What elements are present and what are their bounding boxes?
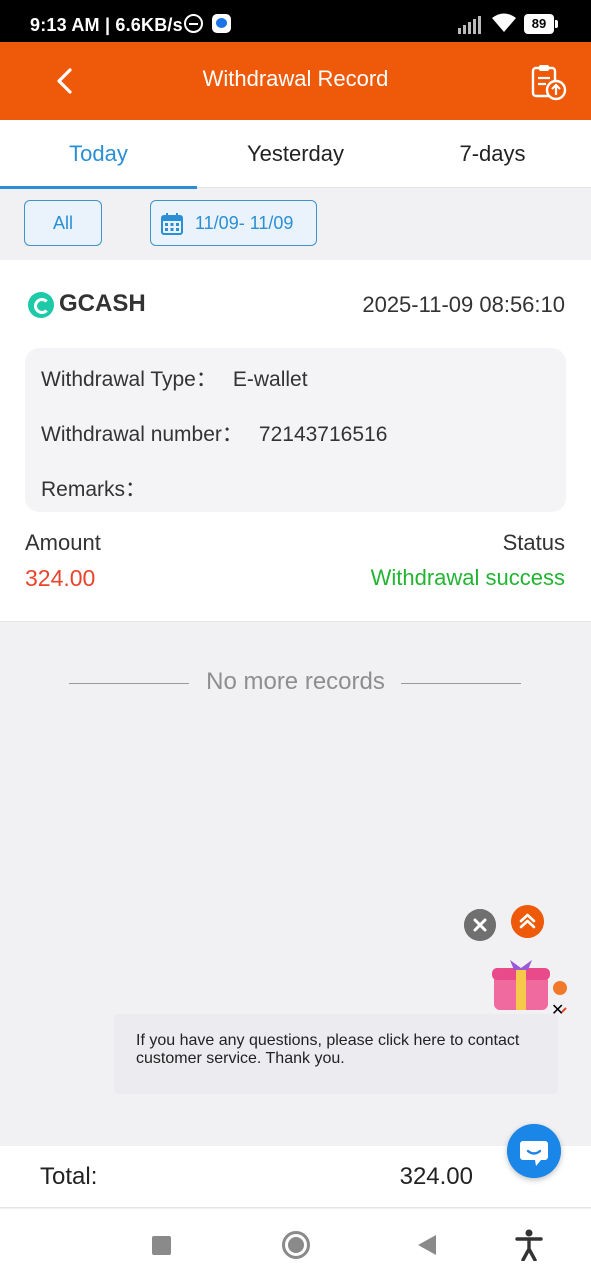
home-icon[interactable] xyxy=(282,1231,310,1259)
status-label: Status xyxy=(502,530,565,555)
divider-right xyxy=(401,683,521,684)
date-range-button[interactable]: 11/09- 11/09 xyxy=(150,200,317,246)
messenger-icon xyxy=(212,14,231,33)
tab-7-days[interactable]: 7-days xyxy=(394,120,591,188)
signal-icon xyxy=(458,16,484,34)
withdrawal-number-value: 72143716516 xyxy=(258,423,388,446)
withdrawal-type-label: Withdrawal Type： xyxy=(41,368,217,391)
app-header: Withdrawal Record xyxy=(0,42,591,120)
close-float-icon[interactable] xyxy=(464,909,496,941)
accessibility-icon[interactable] xyxy=(514,1229,544,1261)
tab-today[interactable]: Today xyxy=(0,120,197,189)
gcash-logo-icon xyxy=(28,292,54,318)
battery-icon: 89 xyxy=(524,14,558,34)
provider-name: GCASH xyxy=(59,290,146,317)
status-bar: 9:13 AM | 6.6KB/s 89 xyxy=(0,0,591,42)
list-end-indicator: No more records xyxy=(0,668,591,698)
no-more-records-text: No more records xyxy=(206,668,385,695)
withdrawal-number-row: Withdrawal number： 72143716516 xyxy=(41,418,387,448)
amount-label: Amount xyxy=(25,530,101,555)
page-title: Withdrawal Record xyxy=(202,66,389,91)
filter-bar: All 11/09- 11/09 xyxy=(0,189,591,259)
customer-service-tooltip[interactable]: If you have any questions, please click … xyxy=(114,1014,558,1094)
remarks-label: Remarks： xyxy=(41,478,147,501)
status-value: Withdrawal success xyxy=(370,565,565,590)
wifi-icon xyxy=(492,13,516,32)
date-tabs: Today Yesterday 7-days xyxy=(0,120,591,189)
tab-yesterday[interactable]: Yesterday xyxy=(197,120,394,188)
clipboard-upload-icon[interactable] xyxy=(528,62,568,102)
date-range-label: 11/09- 11/09 xyxy=(195,213,294,233)
withdrawal-number-label: Withdrawal number： xyxy=(41,423,243,446)
calendar-icon xyxy=(161,213,183,235)
recents-icon[interactable] xyxy=(152,1236,171,1255)
do-not-disturb-icon xyxy=(184,14,203,33)
scroll-to-top-icon[interactable] xyxy=(511,905,544,938)
remarks-row: Remarks： xyxy=(41,473,162,503)
amount-value: 324.00 xyxy=(25,565,96,591)
filter-all-button[interactable]: All xyxy=(24,200,102,246)
back-triangle-icon[interactable] xyxy=(418,1235,436,1255)
withdrawal-type-value: E-wallet xyxy=(232,368,308,391)
status-time: 9:13 AM | 6.6KB/s xyxy=(30,15,183,35)
record-details-box: Withdrawal Type： E-wallet Withdrawal numb… xyxy=(25,348,566,512)
system-nav-bar xyxy=(0,1209,591,1280)
withdrawal-record-card[interactable]: GCASH 2025-11-09 08:56:10 Withdrawal Typ… xyxy=(0,260,591,622)
total-value: 324.00 xyxy=(399,1163,473,1190)
record-datetime: 2025-11-09 08:56:10 xyxy=(362,292,565,317)
withdrawal-type-row: Withdrawal Type： E-wallet xyxy=(41,363,308,393)
customer-service-chat-icon[interactable] xyxy=(507,1124,561,1178)
total-label: Total: xyxy=(40,1163,98,1190)
total-bar: Total: 324.00 xyxy=(0,1146,591,1208)
